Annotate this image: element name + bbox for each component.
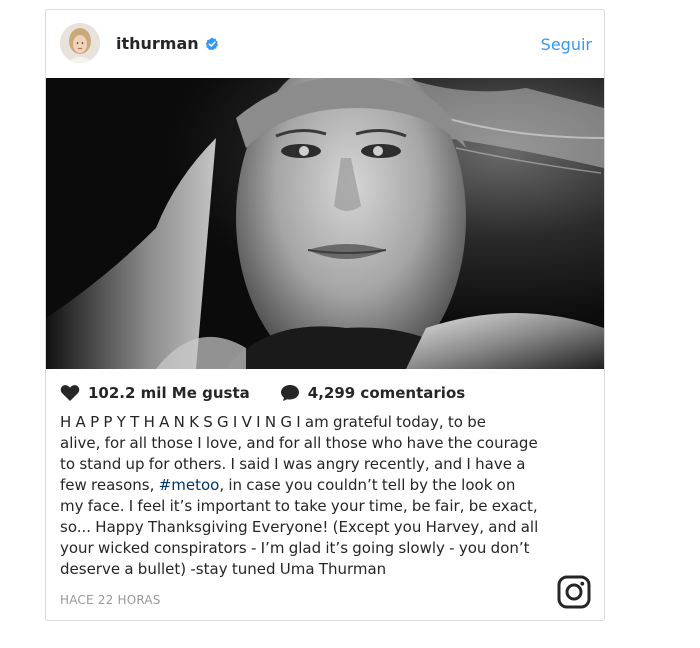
instagram-logo-icon[interactable] [557, 575, 591, 609]
caption-line: few reasons, [60, 476, 159, 494]
portrait-photo [46, 78, 604, 369]
caption-line: , in case you couldn’t tell by the look … [219, 476, 516, 494]
hashtag-link[interactable]: #metoo [159, 476, 220, 494]
instagram-post-card: ithurman Seguir 102.2 mil Me gusta 4,299… [45, 9, 605, 621]
comments-count[interactable]: 4,299 comentarios [308, 384, 465, 402]
comment-icon[interactable] [280, 384, 300, 402]
avatar[interactable] [60, 23, 100, 63]
post-caption: H A P P Y T H A N K S G I V I N G I am g… [60, 412, 580, 580]
caption-line: my face. I feel it’s important to take y… [60, 497, 538, 515]
caption-line: H A P P Y T H A N K S G I V I N G I am g… [60, 413, 486, 431]
caption-line: alive, for all those I love, and for all… [60, 434, 538, 452]
verified-badge-icon [205, 37, 218, 50]
caption-line: to stand up for others. I said I was ang… [60, 455, 526, 473]
likes-count[interactable]: 102.2 mil Me gusta [88, 384, 250, 402]
post-header: ithurman Seguir [46, 10, 604, 78]
post-timestamp[interactable]: HACE 22 HORAS [60, 593, 161, 607]
avatar-image [60, 23, 100, 63]
username-link[interactable]: ithurman [116, 34, 199, 53]
caption-line: your wicked conspirators - I’m glad it’s… [60, 539, 530, 557]
heart-icon[interactable] [60, 384, 80, 402]
caption-line: so... Happy Thanksgiving Everyone! (Exce… [60, 518, 539, 536]
username-group: ithurman [116, 34, 219, 53]
caption-line: deserve a bullet) -stay tuned Uma Thurma… [60, 560, 387, 578]
post-photo[interactable] [46, 78, 604, 369]
follow-button[interactable]: Seguir [541, 35, 592, 54]
post-actions: 102.2 mil Me gusta 4,299 comentarios [60, 384, 465, 402]
